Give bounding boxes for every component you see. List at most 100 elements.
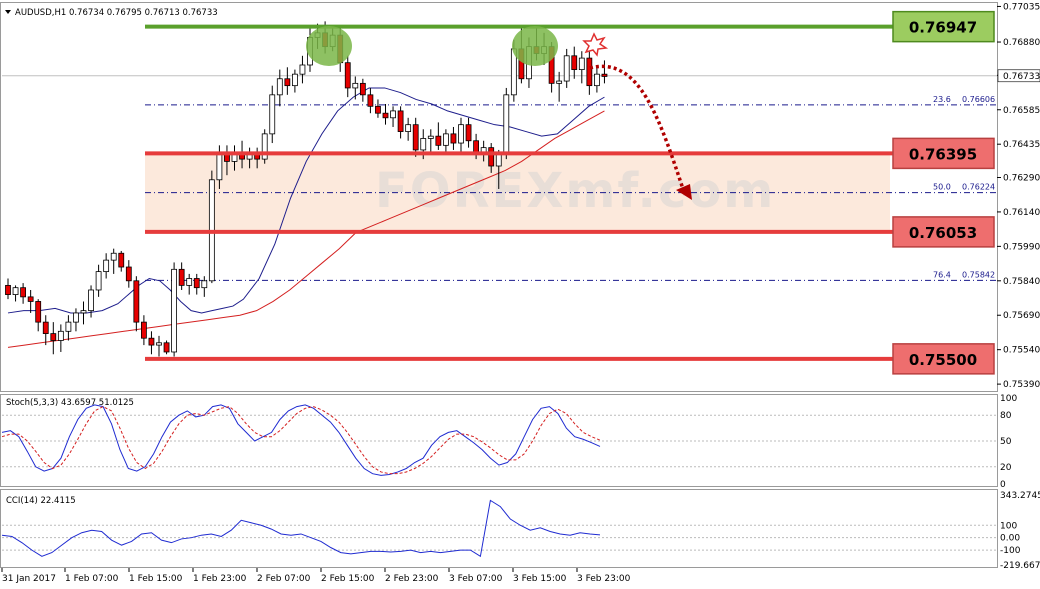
cci-tick-label: -219.6674 <box>1000 561 1040 571</box>
chart-stage: FOREXmf.com 23.6 0.76606 50.0 0.76224 76.4 0.… <box>0 2 1040 584</box>
time-tick-label: 1 Feb 15:00 <box>129 574 183 584</box>
current-price-label: 0.76733 <box>1003 72 1040 82</box>
candle-bull <box>73 312 79 323</box>
level-label: 0.76947 <box>909 19 977 37</box>
time-tick-label: 2 Feb 15:00 <box>321 574 375 584</box>
price-tick-label: 0.76435 <box>1003 140 1040 150</box>
cci-tick-label: 100 <box>1000 521 1017 531</box>
candle-bear <box>359 82 366 96</box>
candle-bear <box>193 278 200 289</box>
candle-bull <box>80 310 87 314</box>
price-tick-label: 0.75390 <box>1003 380 1040 390</box>
candle-bull <box>201 280 208 289</box>
candle-bear <box>571 55 578 70</box>
fib-value-label: 0.75842 <box>962 270 995 279</box>
cci-tick-label: 343.2745 <box>1000 491 1040 501</box>
candle-bear <box>412 124 419 151</box>
fib-value-label: 0.76224 <box>962 183 995 192</box>
candle-bull <box>110 252 117 261</box>
price-tick-label: 0.76880 <box>1003 38 1040 48</box>
candle-bear <box>35 301 42 323</box>
candle-bear <box>397 110 404 132</box>
candle-bull <box>458 124 464 144</box>
fib-value-label: 0.76606 <box>962 95 995 104</box>
fib-ratio-label: 76.4 <box>933 270 951 279</box>
candle-bull <box>171 268 178 353</box>
stoch-tick-label: 20 <box>1000 463 1012 473</box>
time-tick-label: 3 Feb 15:00 <box>513 574 567 584</box>
price-tick-label: 0.76140 <box>1003 208 1040 218</box>
level-label: 0.76053 <box>909 224 977 242</box>
price-tick-label: 0.75840 <box>1003 277 1040 287</box>
candle-bull <box>390 110 396 119</box>
time-tick-label: 3 Feb 23:00 <box>577 574 631 584</box>
price-tick-label: 0.76585 <box>1003 106 1040 116</box>
time-tick-label: 1 Feb 23:00 <box>193 574 247 584</box>
candle-bull <box>503 94 510 155</box>
time-axis: 31 Jan 2017 1 Feb 07:00 1 Feb 15:00 1 Feb 2… <box>1 568 631 584</box>
candle-bear <box>435 135 442 146</box>
candle-bear <box>284 78 291 87</box>
candle-bear <box>450 133 457 144</box>
candle-bear <box>42 321 49 335</box>
candle-bear <box>601 73 608 77</box>
time-tick-label: 2 Feb 23:00 <box>385 574 439 584</box>
candle-bull <box>495 154 502 167</box>
candle-bull <box>186 278 193 286</box>
candle-bear <box>5 284 11 295</box>
price-tick-label: 0.75690 <box>1003 311 1040 321</box>
candle-bull <box>156 342 162 346</box>
candle-bear <box>50 333 57 341</box>
price-tick-label: 0.77035 <box>1003 2 1040 12</box>
candle-bear <box>27 296 34 302</box>
candle-bear <box>148 337 155 346</box>
candle-bear <box>465 124 472 142</box>
candle-bull <box>103 259 110 273</box>
stoch-tick-label: 100 <box>1000 394 1017 404</box>
candle-bear <box>125 266 132 282</box>
stoch-tick-label: 80 <box>1000 411 1012 421</box>
candle-bull <box>405 124 412 132</box>
candle-bull <box>563 55 570 82</box>
fib-ratio-label: 23.6 <box>933 95 951 104</box>
candle-bull <box>276 78 283 96</box>
candle-bull <box>269 94 276 135</box>
symbol-header: AUDUSD,H1 0.76734 0.76795 0.76713 0.7673… <box>15 8 218 18</box>
time-tick-label: 1 Feb 07:00 <box>65 574 119 584</box>
candle-bull <box>65 321 72 332</box>
time-tick-label: 31 Jan 2017 <box>2 574 56 584</box>
fib-ratio-label: 50.0 <box>933 183 951 192</box>
stoch-tick-label: 50 <box>1000 437 1012 447</box>
candle-bull <box>216 151 223 181</box>
candle-bear <box>133 280 140 323</box>
candle-bull <box>556 80 563 84</box>
candle-bear <box>488 147 495 167</box>
price-tick-label: 0.75990 <box>1003 242 1040 252</box>
watermark: FOREXmf.com <box>375 163 775 219</box>
time-tick-label: 2 Feb 07:00 <box>257 574 311 584</box>
candle-bull <box>427 135 434 139</box>
candle-bull <box>594 73 600 87</box>
candle-bear <box>140 321 147 339</box>
candle-bull <box>95 271 102 291</box>
stoch-tick-label: 0 <box>1000 480 1006 490</box>
level-label: 0.76395 <box>909 145 977 163</box>
candle-bear <box>163 342 170 353</box>
cci-panel-frame <box>0 489 998 568</box>
candle-bear <box>473 140 480 153</box>
candle-bear <box>344 62 351 89</box>
candle-bull <box>57 330 64 341</box>
double-top-circle <box>512 26 558 66</box>
candle-bear <box>367 94 374 107</box>
cci-tick-label: 0.00 <box>1000 534 1020 544</box>
double-top-circle <box>306 26 352 66</box>
candle-bull <box>420 138 427 151</box>
candle-bull <box>352 82 359 89</box>
candle-bull <box>88 289 94 312</box>
level-label: 0.75500 <box>909 351 977 369</box>
candle-bull <box>578 57 585 70</box>
candle-bull <box>291 73 298 87</box>
price-tick-label: 0.75540 <box>1003 346 1040 356</box>
cci-tick-label: -100 <box>1000 546 1021 556</box>
candle-bear <box>178 268 185 286</box>
